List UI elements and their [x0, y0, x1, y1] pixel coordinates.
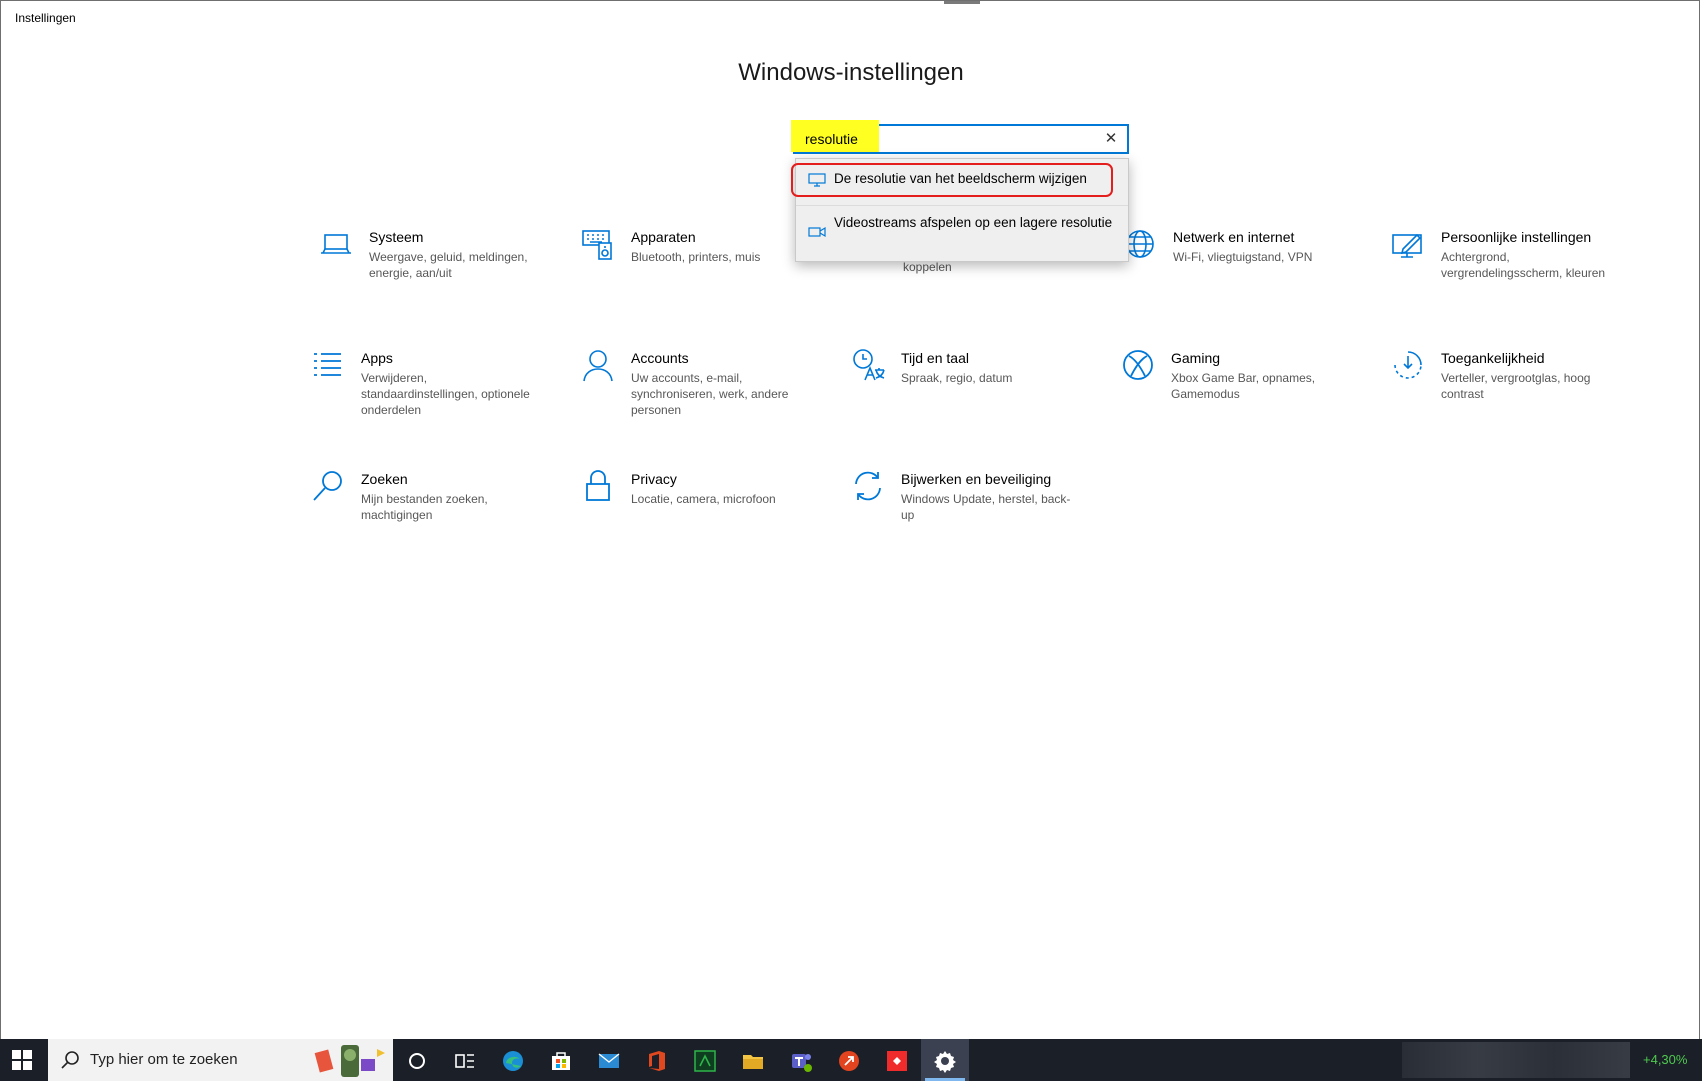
laptop-icon [321, 234, 351, 254]
tile-desc: Achtergrond, vergrendelingsscherm, kleur… [1441, 250, 1606, 280]
tile-zoeken[interactable]: Zoeken Mijn bestanden zoeken, machtiging… [311, 469, 541, 565]
devices-icon [582, 230, 612, 260]
settings-search-box[interactable]: ✕ [791, 120, 1129, 154]
tile-accounts[interactable]: Accounts Uw accounts, e-mail, synchronis… [581, 348, 811, 444]
mail-icon[interactable] [585, 1039, 633, 1081]
tile-bijwerken-en-beveiliging[interactable]: Bijwerken en beveiliging Windows Update,… [851, 469, 1081, 565]
suggestion-video-streams[interactable]: Videostreams afspelen op een lagere reso… [796, 209, 1128, 259]
tile-desc: Uw accounts, e-mail, synchroniseren, wer… [631, 371, 789, 417]
taskbar-search[interactable]: Typ hier om te zoeken [48, 1039, 393, 1081]
tile-name: Gaming [1171, 350, 1221, 366]
settings-window: Instellingen Windows-instellingen Systee… [0, 0, 1700, 1039]
tile-name: Zoeken [361, 471, 408, 487]
time-language-icon [853, 349, 885, 381]
task-view-icon[interactable] [441, 1039, 489, 1081]
tile-desc: Locatie, camera, microfoon [631, 492, 776, 506]
annotation-highlight-ring [791, 163, 1113, 197]
file-explorer-icon[interactable] [729, 1039, 777, 1081]
tile-name: Privacy [631, 471, 677, 487]
tile-name: Toegankelijkheid [1441, 350, 1545, 366]
tile-desc: Verwijderen, standaardinstellingen, opti… [361, 371, 530, 417]
tile-name: Apparaten [631, 229, 696, 245]
tile-desc: Xbox Game Bar, opnames, Gamemodus [1171, 371, 1316, 401]
office-icon[interactable] [633, 1039, 681, 1081]
tile-privacy[interactable]: Privacy Locatie, camera, microfoon [581, 469, 811, 565]
search-input[interactable] [805, 131, 1075, 147]
close-icon[interactable]: ✕ [1101, 129, 1121, 149]
tile-persoonlijke-instellingen[interactable]: Persoonlijke instellingen Achtergrond, v… [1391, 227, 1621, 323]
video-icon [808, 226, 826, 238]
sync-icon [855, 471, 881, 501]
suggestion-label: Videostreams afspelen op een lagere reso… [834, 215, 1113, 230]
cortana-icon[interactable] [393, 1039, 441, 1081]
suggestion-divider [796, 205, 1128, 206]
tile-apps[interactable]: Apps Verwijderen, standaardinstellingen,… [311, 348, 541, 444]
microsoft-store-icon[interactable] [537, 1039, 585, 1081]
windows-start-icon[interactable] [12, 1050, 32, 1070]
tile-name: Bijwerken en beveiliging [901, 471, 1052, 487]
tile-desc: Weergave, geluid, meldingen, energie, aa… [369, 250, 528, 280]
tile-desc: Bluetooth, printers, muis [631, 250, 761, 264]
tile-desc: Windows Update, herstel, back-up [901, 492, 1071, 522]
accessibility-icon [1394, 351, 1422, 379]
tile-desc: Verteller, vergrootglas, hoog contrast [1441, 371, 1591, 401]
window-title: Instellingen [15, 11, 76, 25]
tile-name: Apps [361, 350, 393, 366]
tile-name: Systeem [369, 229, 424, 245]
title-bar-handle [944, 1, 980, 4]
tile-tijd-en-taal[interactable]: Tijd en taal Spraak, regio, datum [851, 348, 1081, 444]
anydesk-icon[interactable] [873, 1039, 921, 1081]
xbox-icon [1123, 350, 1153, 380]
search-icon [313, 471, 342, 501]
settings-app-icon[interactable] [921, 1039, 969, 1081]
tile-toegankelijkheid[interactable]: Toegankelijkheid Verteller, vergrootglas… [1391, 348, 1621, 444]
tile-desc: Wi-Fi, vliegtuigstand, VPN [1173, 250, 1313, 264]
tile-apparaten[interactable]: Apparaten Bluetooth, printers, muis [581, 227, 811, 323]
tile-netwerk[interactable]: Netwerk en internet Wi-Fi, vliegtuigstan… [1123, 227, 1353, 323]
search-icon [61, 1051, 79, 1069]
taskbar-search-placeholder: Typ hier om te zoeken [90, 1051, 238, 1068]
tile-name: Persoonlijke instellingen [1441, 229, 1592, 245]
taskbar: Typ hier om te zoeken +4,30% [0, 1039, 1702, 1081]
edge-browser-icon[interactable] [489, 1039, 537, 1081]
tile-systeem[interactable]: Systeem Weergave, geluid, meldingen, ene… [319, 227, 549, 323]
remote-support-icon[interactable] [825, 1039, 873, 1081]
tile-desc: Mijn bestanden zoeken, machtigingen [361, 492, 488, 522]
app-green-icon[interactable] [681, 1039, 729, 1081]
tile-name: Tijd en taal [901, 350, 969, 366]
tile-name: Netwerk en internet [1173, 229, 1295, 245]
stock-widget-change[interactable]: +4,30% [1643, 1052, 1687, 1067]
lock-icon [586, 470, 610, 501]
person-icon [583, 350, 613, 382]
tile-desc: Spraak, regio, datum [901, 371, 1013, 385]
teams-icon[interactable] [777, 1039, 825, 1081]
page-title: Windows-instellingen [738, 59, 964, 86]
apps-list-icon [314, 353, 341, 376]
tile-name: Accounts [631, 350, 689, 366]
search-highlight-doodle-icon [314, 1045, 385, 1077]
system-tray[interactable] [1402, 1042, 1630, 1078]
tile-gaming[interactable]: Gaming Xbox Game Bar, opnames, Gamemodus [1121, 348, 1351, 444]
personalize-icon [1392, 233, 1422, 258]
